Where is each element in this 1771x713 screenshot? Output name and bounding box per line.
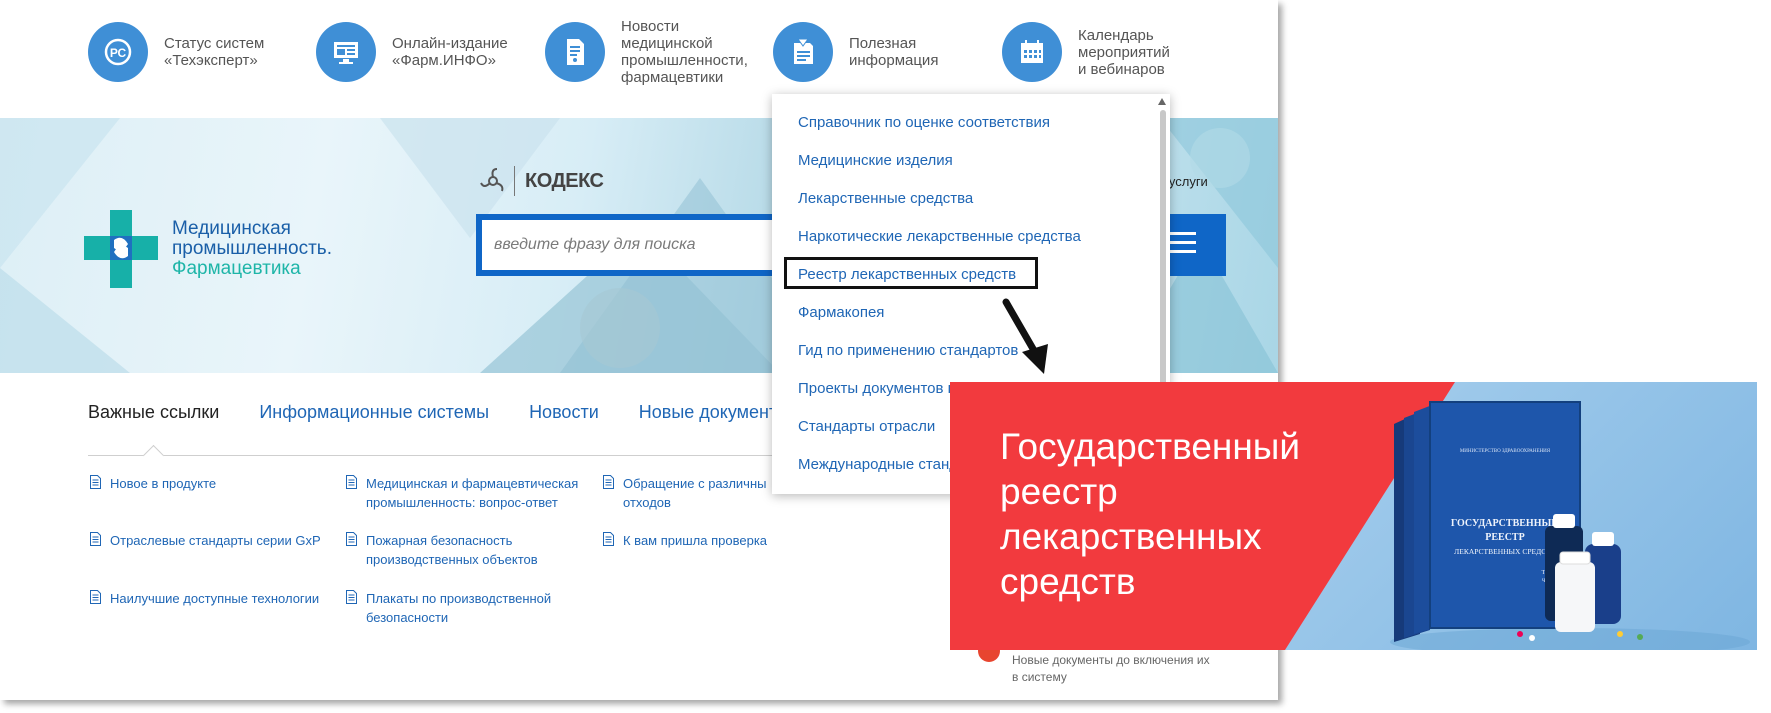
nav-calendar[interactable]: Календарь мероприятий и вебинаров xyxy=(1002,22,1170,82)
link-best-technologies[interactable]: Наилучшие доступные технологии xyxy=(90,589,319,608)
book-title-line-2: РЕЕСТР xyxy=(1485,532,1524,543)
news-document-icon xyxy=(545,22,605,82)
link-text: Пожарная безопасность производственных о… xyxy=(366,533,538,567)
hamburger-menu-icon[interactable] xyxy=(1168,232,1196,259)
scroll-up-arrow-icon[interactable] xyxy=(1158,98,1166,105)
link-qa[interactable]: Медицинская и фармацевтическая промышлен… xyxy=(346,474,578,512)
document-icon xyxy=(346,590,357,604)
logo-line-2: промышленность. xyxy=(172,238,332,259)
logo-line-1: Медицинская xyxy=(172,218,291,239)
kodeks-text: КОДЕКС xyxy=(525,169,604,192)
dropdown-item-international-standards[interactable]: Международные станд xyxy=(798,456,958,473)
active-tab-caret xyxy=(142,444,165,467)
dropdown-item-pharmacopoeia[interactable]: Фармакопея xyxy=(798,304,884,321)
nav-farm-info[interactable]: Онлайн-издание «Фарм.ИНФО» xyxy=(316,22,508,82)
section-tabs: Важные ссылки Информационные системы Нов… xyxy=(88,402,817,423)
registry-banner[interactable]: Государственный реестр лекарственных сре… xyxy=(950,382,1757,650)
svg-text:РС: РС xyxy=(110,46,127,60)
document-icon xyxy=(90,590,101,604)
nav-label: Календарь мероприятий и вебинаров xyxy=(1078,26,1170,78)
svg-text:МИНИСТЕРСТВО ЗДРАВООХРАНЕНИЯ: МИНИСТЕРСТВО ЗДРАВООХРАНЕНИЯ xyxy=(1460,449,1551,454)
separator xyxy=(514,166,515,196)
book-title-line-1: ГОСУДАРСТВЕННЫЙ xyxy=(1451,517,1559,529)
site-logo[interactable]: Медицинская промышленность. Фармацевтика xyxy=(84,210,332,288)
document-icon xyxy=(603,475,614,489)
document-icon xyxy=(346,475,357,489)
tab-news[interactable]: Новости xyxy=(529,402,599,423)
logo-text: Медицинская промышленность. Фармацевтика xyxy=(172,219,332,279)
link-gxp-standards[interactable]: Отраслевые стандарты серии GxP xyxy=(90,531,321,550)
registry-book-image: МИНИСТЕРСТВО ЗДРАВООХРАНЕНИЯ ГОСУДАРСТВЕ… xyxy=(1394,401,1643,642)
link-text: Плакаты по производственной безопасности xyxy=(366,591,552,625)
link-text: Медицинская и фармацевтическая промышлен… xyxy=(366,476,579,510)
techexpert-status-icon: РС xyxy=(88,22,148,82)
info-document-icon xyxy=(773,22,833,82)
dropdown-item-draft-documents[interactable]: Проекты документов п xyxy=(798,380,956,397)
tab-information-systems[interactable]: Информационные системы xyxy=(259,402,489,423)
new-docs-text: Новые документы до включения их в систем… xyxy=(1012,653,1210,684)
document-icon xyxy=(346,532,357,546)
pointer-arrow-icon xyxy=(1002,298,1048,374)
dropdown-item-medical-devices[interactable]: Медицинские изделия xyxy=(798,152,953,169)
link-new-in-product[interactable]: Новое в продукте xyxy=(90,474,216,493)
link-text: К вам пришла проверка xyxy=(623,533,768,548)
link-fire-safety[interactable]: Пожарная безопасность производственных о… xyxy=(346,531,538,569)
nav-label: Новости медицинской промышленности, фарм… xyxy=(621,18,748,86)
medical-cross-icon xyxy=(84,210,158,288)
nav-label: Статус систем «Техэксперт» xyxy=(164,35,265,69)
link-text: Наилучшие доступные технологии xyxy=(110,591,320,606)
dropdown-item-medicines[interactable]: Лекарственные средства xyxy=(798,190,973,207)
document-icon xyxy=(603,532,614,546)
nav-techexpert-status[interactable]: РС Статус систем «Техэксперт» xyxy=(88,22,264,82)
dropdown-item-conformity[interactable]: Справочник по оценке соответствия xyxy=(798,114,1050,131)
link-inspection[interactable]: К вам пришла проверка xyxy=(603,531,767,550)
nav-news[interactable]: Новости медицинской промышленности, фарм… xyxy=(545,18,748,86)
document-icon xyxy=(90,475,101,489)
logo-line-3: Фармацевтика xyxy=(172,258,301,279)
highlight-box xyxy=(784,257,1038,289)
link-text: Новое в продукте xyxy=(110,476,217,491)
link-text: Отраслевые стандарты серии GxP xyxy=(110,533,321,548)
nav-label: Онлайн-издание «Фарм.ИНФО» xyxy=(392,35,508,69)
tab-important-links[interactable]: Важные ссылки xyxy=(88,402,219,423)
kodeks-logo: КОДЕКС xyxy=(480,166,604,196)
banner-title: Государственный реестр лекарственных сре… xyxy=(1000,426,1301,602)
nav-useful-info[interactable]: Полезная информация xyxy=(773,22,938,82)
book-title-line-3: ЛЕКАРСТВЕННЫХ СРЕДСТВ xyxy=(1454,547,1556,556)
link-safety-posters[interactable]: Плакаты по производственной безопасности xyxy=(346,589,551,627)
nav-label: Полезная информация xyxy=(849,35,939,69)
tab-new-documents[interactable]: Новые документ xyxy=(639,402,777,423)
dropdown-item-narcotics[interactable]: Наркотические лекарственные средства xyxy=(798,228,1081,245)
calendar-icon xyxy=(1002,22,1062,82)
dropdown-item-industry-standards[interactable]: Стандарты отрасли xyxy=(798,418,935,435)
document-icon xyxy=(90,532,101,546)
dropdown-item-standards-guide[interactable]: Гид по применению стандартов xyxy=(798,342,1018,359)
link-waste-handling[interactable]: Обращение с различны отходов xyxy=(603,474,766,512)
monitor-icon xyxy=(316,22,376,82)
triskelion-icon xyxy=(480,168,504,192)
link-text: Обращение с различны отходов xyxy=(623,476,767,510)
